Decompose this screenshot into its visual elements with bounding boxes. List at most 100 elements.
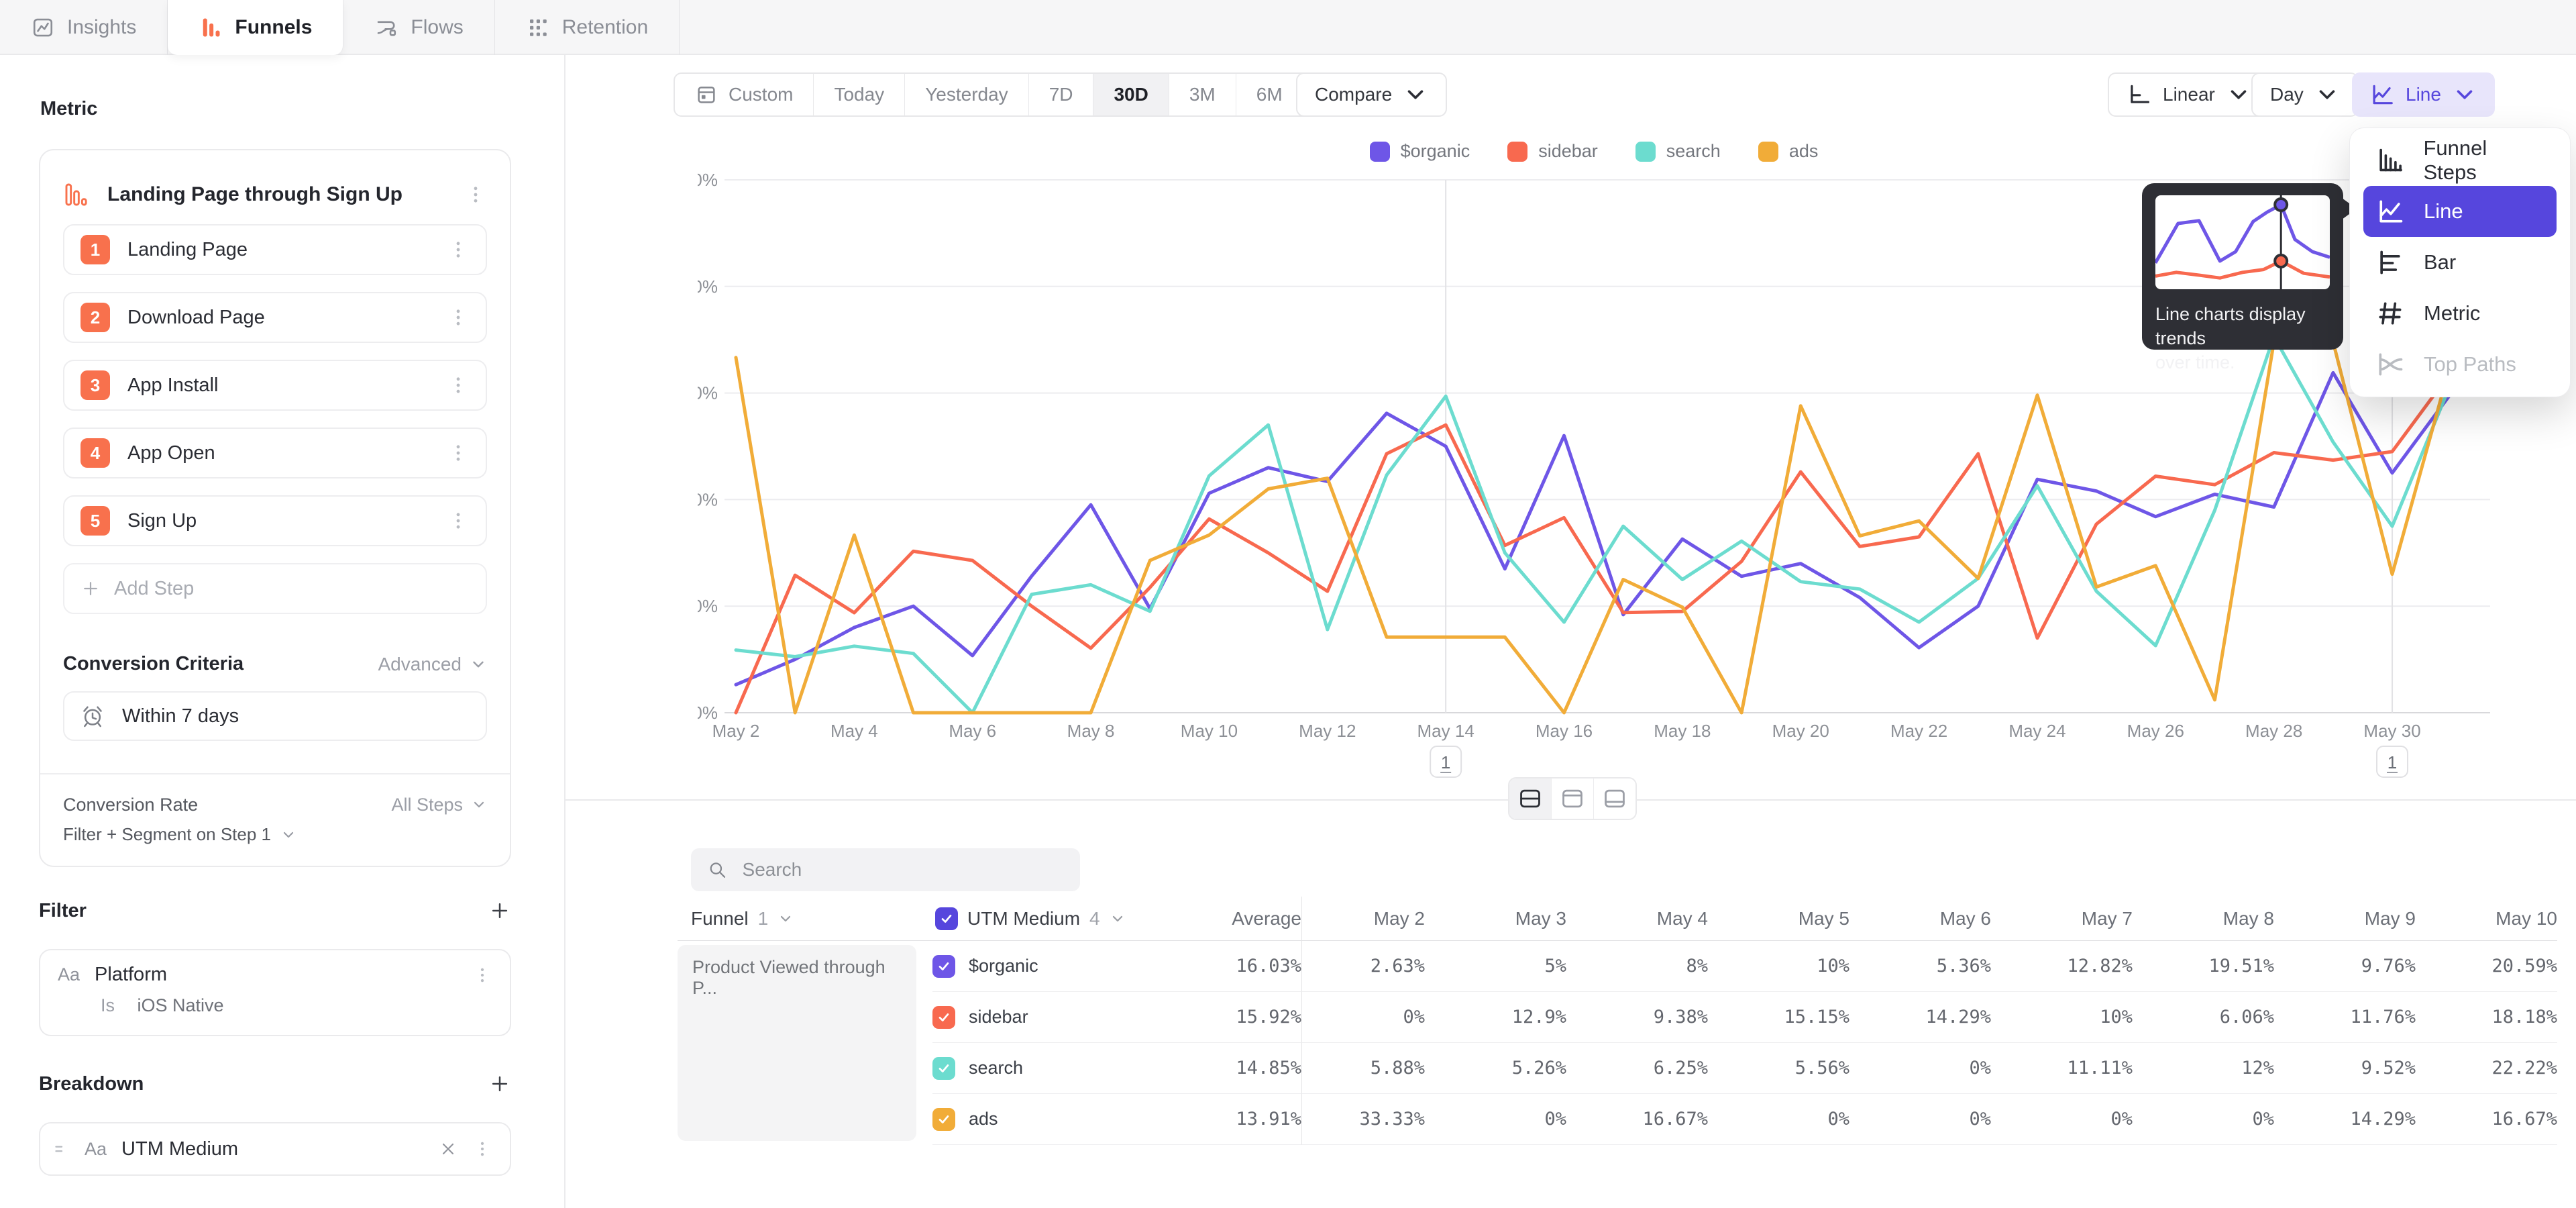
cell-value: 11.76%: [2274, 992, 2416, 1043]
all-steps-dropdown[interactable]: All Steps: [391, 795, 487, 815]
date-range-3m[interactable]: 3M: [1169, 74, 1236, 115]
conversion-window-card[interactable]: Within 7 days: [63, 691, 487, 741]
menu-item-bar[interactable]: Bar: [2363, 237, 2557, 288]
legend-item-sidebar[interactable]: sidebar: [1507, 141, 1598, 162]
check-icon: [936, 1061, 951, 1076]
date-range-label: Custom: [729, 84, 793, 105]
table-header-date[interactable]: May 9: [2274, 897, 2416, 941]
layout-split-icon: [1517, 786, 1543, 811]
table-header-date[interactable]: May 8: [2133, 897, 2274, 941]
layout-chart-button[interactable]: [1551, 778, 1593, 819]
date-range-7d[interactable]: 7D: [1028, 74, 1093, 115]
kebab-icon[interactable]: [447, 442, 470, 464]
tab-funnels[interactable]: Funnels: [168, 0, 343, 55]
search-input[interactable]: [741, 858, 1064, 881]
legend-item-ads[interactable]: ads: [1758, 141, 1819, 162]
chart-type-label: Line: [2406, 84, 2441, 105]
table-header-average[interactable]: Average: [1143, 897, 1301, 941]
legend-swatch: [1507, 142, 1527, 162]
cell-value: 6.06%: [2133, 992, 2274, 1043]
table-header-date[interactable]: May 3: [1425, 897, 1566, 941]
table-row-name-organic[interactable]: $organic: [932, 941, 1143, 992]
kebab-icon[interactable]: [472, 1139, 492, 1159]
funnel-name-cell[interactable]: Product Viewed through P...: [678, 941, 932, 1145]
series-line-organic[interactable]: [736, 350, 2496, 685]
series-checkbox[interactable]: [932, 1108, 955, 1131]
remove-breakdown-icon[interactable]: [439, 1140, 458, 1158]
series-checkbox[interactable]: [932, 1057, 955, 1080]
chevron-down-icon: [2452, 82, 2477, 107]
kebab-icon[interactable]: [447, 509, 470, 532]
funnel-step-3[interactable]: 3App Install: [63, 360, 487, 411]
table-header-date[interactable]: May 4: [1566, 897, 1708, 941]
table-row-name-ads[interactable]: ads: [932, 1094, 1143, 1145]
x-axis-tick: May 16: [1536, 721, 1593, 741]
compare-label: Compare: [1315, 84, 1392, 105]
granularity-dropdown-button[interactable]: Day: [2251, 72, 2359, 117]
cell-value: 0%: [1708, 1094, 1849, 1145]
funnel-step-1[interactable]: 1Landing Page: [63, 224, 487, 275]
kebab-icon[interactable]: [464, 183, 487, 206]
table-header-date[interactable]: May 5: [1708, 897, 1849, 941]
filter-platform-card[interactable]: Aa Platform Is iOS Native: [39, 949, 511, 1036]
layout-table-button[interactable]: [1593, 778, 1635, 819]
series-checkbox[interactable]: [932, 1006, 955, 1029]
table-header-date[interactable]: May 7: [1991, 897, 2133, 941]
add-step-button[interactable]: Add Step: [63, 563, 487, 614]
drag-handle-icon[interactable]: [52, 1140, 70, 1158]
breakdown-utm-card[interactable]: Aa UTM Medium: [39, 1122, 511, 1176]
add-filter-button[interactable]: [488, 899, 511, 922]
table-search[interactable]: [691, 848, 1080, 891]
scale-dropdown-button[interactable]: Linear: [2108, 72, 2270, 117]
layout-split-button[interactable]: [1509, 778, 1551, 819]
advanced-dropdown[interactable]: Advanced: [378, 654, 487, 675]
date-range-yesterday[interactable]: Yesterday: [904, 74, 1028, 115]
table-row-name-sidebar[interactable]: sidebar: [932, 992, 1143, 1043]
date-range-6m[interactable]: 6M: [1236, 74, 1303, 115]
legend-item-organic[interactable]: $organic: [1370, 141, 1470, 162]
table-header-date[interactable]: May 2: [1301, 897, 1425, 941]
table-header-date[interactable]: May 6: [1849, 897, 1991, 941]
breakdown-col-label: UTM Medium: [967, 908, 1080, 929]
menu-item-metric[interactable]: Metric: [2363, 288, 2557, 339]
filter-segment-dropdown[interactable]: Filter + Segment on Step 1: [63, 824, 487, 845]
funnel-step-4[interactable]: 4App Open: [63, 427, 487, 479]
chevron-down-icon: [470, 656, 487, 673]
tab-flows[interactable]: Flows: [343, 0, 494, 55]
conversion-window-value: Within 7 days: [122, 705, 239, 727]
series-checkbox[interactable]: [932, 955, 955, 978]
funnel-step-5[interactable]: 5Sign Up: [63, 495, 487, 546]
cell-value: 0%: [1301, 992, 1425, 1043]
breakdown-checkbox[interactable]: [935, 907, 958, 930]
table-header-breakdown[interactable]: UTM Medium4: [932, 897, 1143, 941]
filter-heading: Filter: [39, 900, 87, 922]
date-range-selector: CustomTodayYesterday7D30D3M6M12M: [674, 72, 1381, 117]
add-step-label: Add Step: [114, 578, 194, 600]
table-header-funnel[interactable]: Funnel1: [678, 897, 932, 941]
breakdown-section-header: Breakdown: [39, 1072, 511, 1095]
kebab-icon[interactable]: [447, 306, 470, 329]
legend-item-search[interactable]: search: [1635, 141, 1721, 162]
y-axis-tick: 10%: [698, 596, 718, 616]
kebab-icon[interactable]: [447, 238, 470, 261]
tab-retention[interactable]: Retention: [495, 0, 680, 55]
tab-insights[interactable]: Insights: [0, 0, 168, 55]
menu-item-line[interactable]: Line: [2363, 186, 2557, 237]
date-range-custom[interactable]: Custom: [675, 74, 813, 115]
date-range-today[interactable]: Today: [813, 74, 904, 115]
table-row-name-search[interactable]: search: [932, 1043, 1143, 1094]
menu-item-funnel-steps[interactable]: Funnel Steps: [2363, 135, 2557, 186]
flows-icon: [374, 15, 398, 40]
kebab-icon[interactable]: [472, 965, 492, 985]
cell-value: 5.88%: [1301, 1043, 1425, 1094]
date-range-30d[interactable]: 30D: [1093, 74, 1168, 115]
funnel-steps-icon: [2375, 146, 2404, 175]
funnels-icon: [199, 15, 223, 40]
chevron-down-icon: [1403, 82, 1428, 107]
chart-type-dropdown-button[interactable]: Line: [2352, 72, 2495, 117]
kebab-icon[interactable]: [447, 374, 470, 397]
table-header-date[interactable]: May 10: [2416, 897, 2557, 941]
add-breakdown-button[interactable]: [488, 1072, 511, 1095]
compare-button[interactable]: Compare: [1296, 72, 1447, 117]
funnel-step-2[interactable]: 2Download Page: [63, 292, 487, 343]
